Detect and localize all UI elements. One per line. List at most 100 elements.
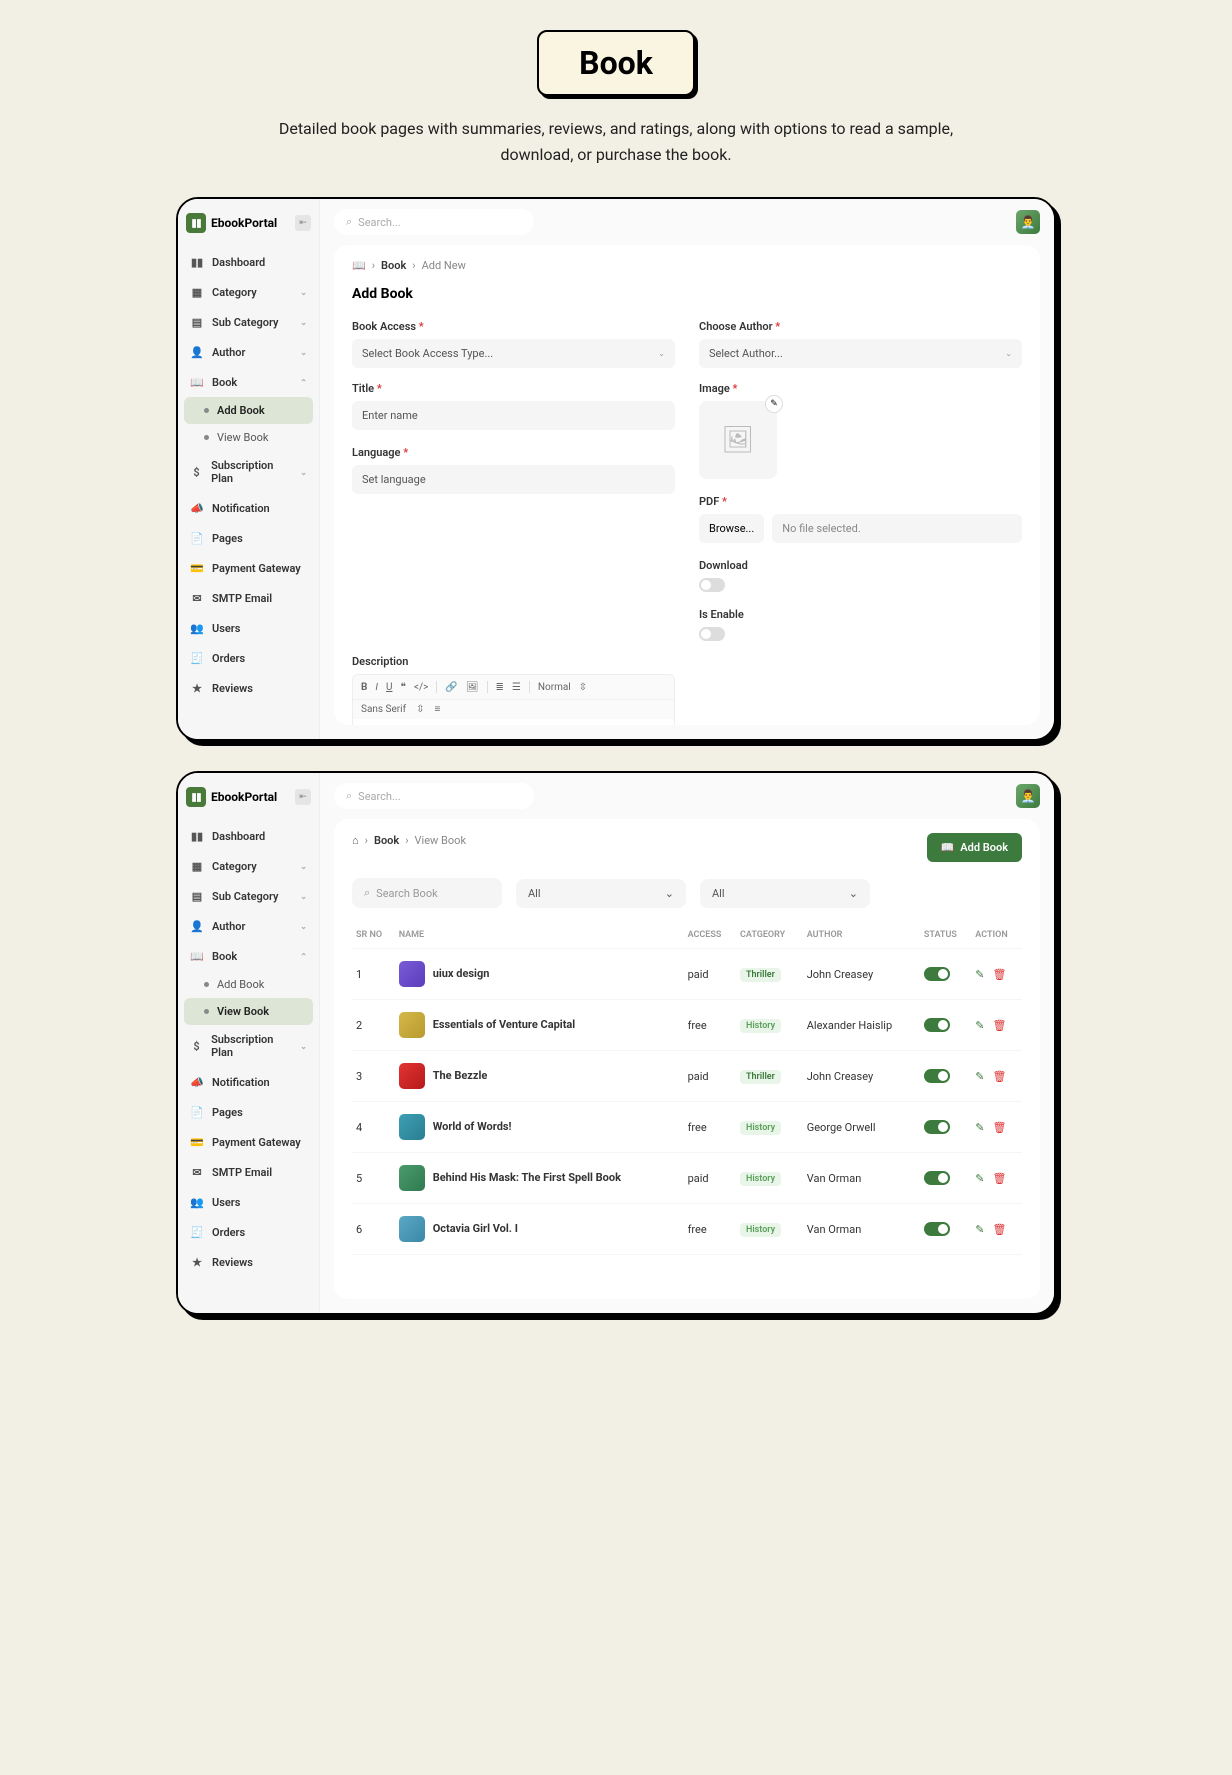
status-toggle[interactable] [924, 1120, 950, 1134]
breadcrumb-book[interactable]: Book [374, 834, 399, 847]
select-author[interactable]: Select Author...⌄ [699, 339, 1022, 368]
nav-orders[interactable]: 🧾Orders [184, 643, 313, 673]
nav-notification[interactable]: 📣Notification [184, 493, 313, 523]
nav-add-book[interactable]: Add Book [184, 397, 313, 424]
subscription-icon: $ [190, 465, 203, 479]
col-action: ACTION [971, 922, 1022, 949]
edit-icon[interactable]: ✎ [975, 1172, 984, 1185]
nav-author[interactable]: 👤Author⌄ [184, 911, 313, 941]
format-select[interactable]: Normal [538, 682, 571, 693]
nav-orders[interactable]: 🧾Orders [184, 1217, 313, 1247]
delete-icon[interactable]: 🗑 [993, 968, 1007, 981]
nav-add-book[interactable]: Add Book [184, 971, 313, 998]
input-language[interactable]: Set language [352, 465, 675, 494]
nav-smtp[interactable]: ✉SMTP Email [184, 1157, 313, 1187]
nav-category[interactable]: ▦Category⌄ [184, 277, 313, 307]
select-book-access[interactable]: Select Book Access Type...⌄ [352, 339, 675, 368]
nav-subcategory[interactable]: ▤Sub Category⌄ [184, 881, 313, 911]
nav-subcategory[interactable]: ▤Sub Category⌄ [184, 307, 313, 337]
bold-icon[interactable]: B [361, 682, 367, 693]
quote-icon[interactable]: ❝ [401, 682, 406, 693]
nav-subscription[interactable]: $Subscription Plan⌄ [184, 1025, 313, 1067]
nav-pages[interactable]: 📄Pages [184, 1097, 313, 1127]
form-title: Add Book [352, 286, 1022, 302]
edit-icon[interactable]: ✎ [975, 968, 984, 981]
insert-image-icon[interactable]: 🖼 [466, 682, 479, 693]
collapse-sidebar-button[interactable]: ⇤ [295, 789, 311, 805]
nav-view-book[interactable]: View Book [184, 424, 313, 451]
link-icon[interactable]: 🔗 [445, 682, 457, 693]
book-icon: 📖 [352, 259, 366, 272]
nav-reviews[interactable]: ★Reviews [184, 1247, 313, 1277]
bullet-list-icon[interactable]: ☰ [512, 682, 521, 693]
filter-select-1[interactable]: All⌄ [516, 879, 686, 908]
italic-icon[interactable]: I [375, 682, 378, 693]
edit-icon[interactable]: ✎ [975, 1019, 984, 1032]
nav-dashboard[interactable]: ▮▮Dashboard [184, 821, 313, 851]
cell-access: paid [684, 949, 736, 1000]
search-book-input[interactable]: ⌕Search Book [352, 878, 502, 908]
category-badge: History [740, 1121, 781, 1135]
category-badge: History [740, 1019, 781, 1033]
search-input[interactable]: ⌕Search... [334, 783, 534, 809]
nav-view-book[interactable]: View Book [184, 998, 313, 1025]
nav-dashboard[interactable]: ▮▮Dashboard [184, 247, 313, 277]
nav-payment[interactable]: 💳Payment Gateway [184, 553, 313, 583]
label-title: Title * [352, 382, 675, 395]
status-toggle[interactable] [924, 1171, 950, 1185]
user-avatar[interactable]: 👨‍💼 [1016, 210, 1040, 234]
nav-subscription[interactable]: $Subscription Plan⌄ [184, 451, 313, 493]
nav-smtp[interactable]: ✉SMTP Email [184, 583, 313, 613]
book-thumbnail [399, 1216, 425, 1242]
nav-users[interactable]: 👥Users [184, 613, 313, 643]
delete-icon[interactable]: 🗑 [993, 1223, 1007, 1236]
delete-icon[interactable]: 🗑 [993, 1172, 1007, 1185]
nav-payment[interactable]: 💳Payment Gateway [184, 1127, 313, 1157]
nav-reviews[interactable]: ★Reviews [184, 673, 313, 703]
underline-icon[interactable]: U [386, 682, 392, 693]
code-icon[interactable]: </> [414, 682, 428, 693]
browse-button[interactable]: Browse... [699, 514, 764, 543]
status-toggle[interactable] [924, 1222, 950, 1236]
font-select[interactable]: Sans Serif [361, 704, 406, 715]
status-toggle[interactable] [924, 967, 950, 981]
edit-icon[interactable]: ✎ [975, 1223, 984, 1236]
edit-icon[interactable]: ✎ [975, 1121, 984, 1134]
ordered-list-icon[interactable]: ≣ [496, 682, 504, 693]
nav-book[interactable]: 📖Book⌃ [184, 367, 313, 397]
cell-author: Van Orman [803, 1153, 920, 1204]
delete-icon[interactable]: 🗑 [993, 1121, 1007, 1134]
cell-author: Van Orman [803, 1204, 920, 1255]
nav-notification[interactable]: 📣Notification [184, 1067, 313, 1097]
cell-status [920, 949, 971, 1000]
collapse-sidebar-button[interactable]: ⇤ [295, 215, 311, 231]
align-icon[interactable]: ≡ [434, 704, 440, 715]
nav-users[interactable]: 👥Users [184, 1187, 313, 1217]
add-book-button[interactable]: 📖Add Book [927, 833, 1022, 862]
logo-icon [186, 213, 206, 233]
nav-category[interactable]: ▦Category⌄ [184, 851, 313, 881]
book-thumbnail [399, 1063, 425, 1089]
input-title[interactable]: Enter name [352, 401, 675, 430]
delete-icon[interactable]: 🗑 [993, 1070, 1007, 1083]
breadcrumb-book[interactable]: Book [381, 259, 406, 272]
edit-image-button[interactable]: ✎ [765, 395, 783, 413]
rich-text-editor[interactable]: B I U ❝ </> 🔗 🖼 ≣ ☰ Normal [352, 674, 675, 725]
toggle-download[interactable] [699, 578, 725, 592]
edit-icon[interactable]: ✎ [975, 1070, 984, 1083]
cell-action: ✎🗑 [971, 1102, 1022, 1153]
status-toggle[interactable] [924, 1069, 950, 1083]
nav-author[interactable]: 👤Author⌄ [184, 337, 313, 367]
delete-icon[interactable]: 🗑 [993, 1019, 1007, 1032]
toggle-is-enable[interactable] [699, 627, 725, 641]
label-description: Description [352, 655, 675, 668]
search-input[interactable]: ⌕Search... [334, 209, 534, 235]
status-toggle[interactable] [924, 1018, 950, 1032]
filter-select-2[interactable]: All⌄ [700, 879, 870, 908]
user-avatar[interactable]: 👨‍💼 [1016, 784, 1040, 808]
notification-icon: 📣 [190, 501, 204, 515]
nav-pages[interactable]: 📄Pages [184, 523, 313, 553]
image-upload[interactable]: 🖼 ✎ [699, 401, 777, 479]
editor-body[interactable]: Compose an epic... [353, 719, 674, 725]
nav-book[interactable]: 📖Book⌃ [184, 941, 313, 971]
